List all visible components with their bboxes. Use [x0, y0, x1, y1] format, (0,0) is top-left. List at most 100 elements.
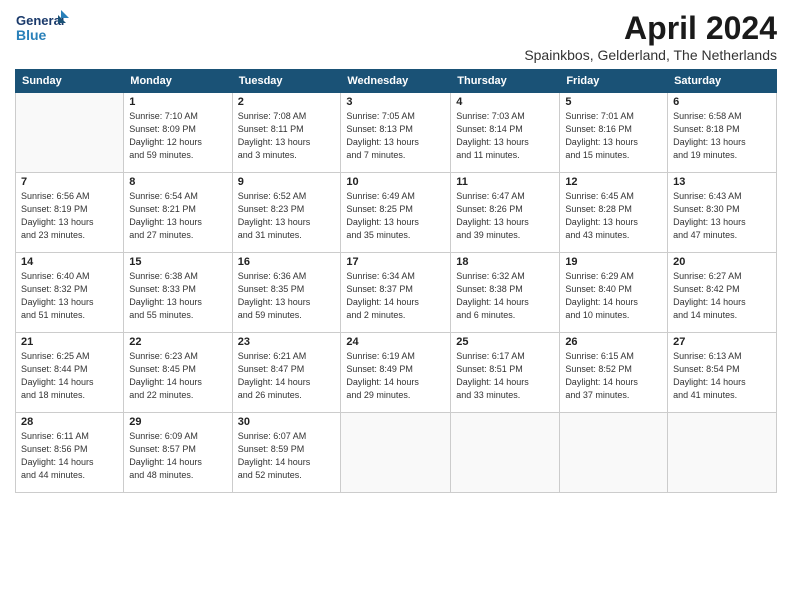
- calendar-cell: 21 Sunrise: 6:25 AMSunset: 8:44 PMDayligh…: [16, 333, 124, 413]
- calendar-cell: 5 Sunrise: 7:01 AMSunset: 8:16 PMDaylight…: [560, 93, 668, 173]
- calendar-cell: 22 Sunrise: 6:23 AMSunset: 8:45 PMDayligh…: [124, 333, 232, 413]
- calendar-cell: 24 Sunrise: 6:19 AMSunset: 8:49 PMDayligh…: [341, 333, 451, 413]
- calendar-week-1: 1Sunrise: 7:10 AMSunset: 8:09 PMDaylight…: [16, 93, 777, 173]
- day-number: 10: [346, 176, 445, 188]
- calendar-page: General Blue April 2024 Spainkbos, Gelde…: [0, 0, 792, 612]
- day-number: 7: [21, 176, 118, 188]
- day-info: Sunrise: 6:13 AMSunset: 8:54 PMDaylight:…: [673, 350, 771, 402]
- calendar-cell: 15 Sunrise: 6:38 AMSunset: 8:33 PMDayligh…: [124, 253, 232, 333]
- calendar-cell: [16, 93, 124, 173]
- calendar-cell: 29 Sunrise: 6:09 AMSunset: 8:57 PMDayligh…: [124, 413, 232, 493]
- day-number: 20: [673, 256, 771, 268]
- day-info: Sunrise: 6:43 AMSunset: 8:30 PMDaylight:…: [673, 190, 771, 242]
- day-number: 11: [456, 176, 554, 188]
- day-info: Sunrise: 6:19 AMSunset: 8:49 PMDaylight:…: [346, 350, 445, 402]
- day-number: 15: [129, 256, 226, 268]
- day-number: 26: [565, 336, 662, 348]
- day-info: Sunrise: 6:29 AMSunset: 8:40 PMDaylight:…: [565, 270, 662, 322]
- calendar-cell: 7 Sunrise: 6:56 AMSunset: 8:19 PMDaylight…: [16, 173, 124, 253]
- day-info: Sunrise: 6:09 AMSunset: 8:57 PMDaylight:…: [129, 430, 226, 482]
- day-number: 30: [238, 416, 336, 428]
- calendar-cell: 6 Sunrise: 6:58 AMSunset: 8:18 PMDaylight…: [668, 93, 777, 173]
- calendar-cell: 19 Sunrise: 6:29 AMSunset: 8:40 PMDayligh…: [560, 253, 668, 333]
- calendar-cell: 11 Sunrise: 6:47 AMSunset: 8:26 PMDayligh…: [451, 173, 560, 253]
- day-info: Sunrise: 6:25 AMSunset: 8:44 PMDaylight:…: [21, 350, 118, 402]
- col-sunday: Sunday: [16, 70, 124, 93]
- calendar-cell: 25 Sunrise: 6:17 AMSunset: 8:51 PMDayligh…: [451, 333, 560, 413]
- day-number: 3: [346, 96, 445, 108]
- day-info: Sunrise: 6:15 AMSunset: 8:52 PMDaylight:…: [565, 350, 662, 402]
- day-info: Sunrise: 6:54 AMSunset: 8:21 PMDaylight:…: [129, 190, 226, 242]
- day-info: Sunrise: 6:45 AMSunset: 8:28 PMDaylight:…: [565, 190, 662, 242]
- day-number: 1: [129, 96, 226, 108]
- day-info: Sunrise: 6:27 AMSunset: 8:42 PMDaylight:…: [673, 270, 771, 322]
- calendar-cell: 27Sunrise: 6:13 AMSunset: 8:54 PMDayligh…: [668, 333, 777, 413]
- col-saturday: Saturday: [668, 70, 777, 93]
- col-friday: Friday: [560, 70, 668, 93]
- calendar-cell: [560, 413, 668, 493]
- day-info: Sunrise: 6:40 AMSunset: 8:32 PMDaylight:…: [21, 270, 118, 322]
- day-number: 23: [238, 336, 336, 348]
- day-info: Sunrise: 6:38 AMSunset: 8:33 PMDaylight:…: [129, 270, 226, 322]
- calendar-cell: [668, 413, 777, 493]
- calendar-week-2: 7 Sunrise: 6:56 AMSunset: 8:19 PMDaylight…: [16, 173, 777, 253]
- day-number: 28: [21, 416, 118, 428]
- day-number: 16: [238, 256, 336, 268]
- day-number: 4: [456, 96, 554, 108]
- calendar-cell: 12 Sunrise: 6:45 AMSunset: 8:28 PMDayligh…: [560, 173, 668, 253]
- calendar-cell: 1Sunrise: 7:10 AMSunset: 8:09 PMDaylight…: [124, 93, 232, 173]
- calendar-cell: 2Sunrise: 7:08 AMSunset: 8:11 PMDaylight…: [232, 93, 341, 173]
- calendar-body: 1Sunrise: 7:10 AMSunset: 8:09 PMDaylight…: [16, 93, 777, 493]
- day-number: 24: [346, 336, 445, 348]
- day-info: Sunrise: 6:47 AMSunset: 8:26 PMDaylight:…: [456, 190, 554, 242]
- day-number: 8: [129, 176, 226, 188]
- day-info: Sunrise: 6:49 AMSunset: 8:25 PMDaylight:…: [346, 190, 445, 242]
- calendar-cell: 16 Sunrise: 6:36 AMSunset: 8:35 PMDayligh…: [232, 253, 341, 333]
- calendar-cell: 14 Sunrise: 6:40 AMSunset: 8:32 PMDayligh…: [16, 253, 124, 333]
- calendar-cell: 23 Sunrise: 6:21 AMSunset: 8:47 PMDayligh…: [232, 333, 341, 413]
- day-info: Sunrise: 6:36 AMSunset: 8:35 PMDaylight:…: [238, 270, 336, 322]
- day-number: 19: [565, 256, 662, 268]
- day-info: Sunrise: 6:34 AMSunset: 8:37 PMDaylight:…: [346, 270, 445, 322]
- day-number: 5: [565, 96, 662, 108]
- day-info: Sunrise: 7:01 AMSunset: 8:16 PMDaylight:…: [565, 110, 662, 162]
- day-info: Sunrise: 6:23 AMSunset: 8:45 PMDaylight:…: [129, 350, 226, 402]
- day-info: Sunrise: 6:21 AMSunset: 8:47 PMDaylight:…: [238, 350, 336, 402]
- logo: General Blue: [15, 10, 70, 48]
- calendar-cell: 26 Sunrise: 6:15 AMSunset: 8:52 PMDayligh…: [560, 333, 668, 413]
- calendar-cell: 20 Sunrise: 6:27 AMSunset: 8:42 PMDayligh…: [668, 253, 777, 333]
- col-wednesday: Wednesday: [341, 70, 451, 93]
- calendar-cell: 13 Sunrise: 6:43 AMSunset: 8:30 PMDayligh…: [668, 173, 777, 253]
- day-number: 6: [673, 96, 771, 108]
- calendar-cell: 10 Sunrise: 6:49 AMSunset: 8:25 PMDayligh…: [341, 173, 451, 253]
- day-number: 13: [673, 176, 771, 188]
- svg-text:General: General: [16, 13, 64, 28]
- day-info: Sunrise: 6:11 AMSunset: 8:56 PMDaylight:…: [21, 430, 118, 482]
- day-number: 22: [129, 336, 226, 348]
- day-number: 21: [21, 336, 118, 348]
- day-info: Sunrise: 6:58 AMSunset: 8:18 PMDaylight:…: [673, 110, 771, 162]
- day-number: 9: [238, 176, 336, 188]
- day-number: 2: [238, 96, 336, 108]
- day-number: 25: [456, 336, 554, 348]
- day-info: Sunrise: 6:07 AMSunset: 8:59 PMDaylight:…: [238, 430, 336, 482]
- header: General Blue April 2024 Spainkbos, Gelde…: [15, 10, 777, 63]
- calendar-week-5: 28 Sunrise: 6:11 AMSunset: 8:56 PMDayligh…: [16, 413, 777, 493]
- day-number: 18: [456, 256, 554, 268]
- location: Spainkbos, Gelderland, The Netherlands: [524, 47, 777, 63]
- col-monday: Monday: [124, 70, 232, 93]
- calendar-cell: [341, 413, 451, 493]
- svg-text:Blue: Blue: [16, 27, 47, 43]
- calendar-cell: 9Sunrise: 6:52 AMSunset: 8:23 PMDaylight…: [232, 173, 341, 253]
- calendar-table: Sunday Monday Tuesday Wednesday Thursday…: [15, 69, 777, 493]
- day-info: Sunrise: 6:56 AMSunset: 8:19 PMDaylight:…: [21, 190, 118, 242]
- day-info: Sunrise: 7:03 AMSunset: 8:14 PMDaylight:…: [456, 110, 554, 162]
- day-number: 12: [565, 176, 662, 188]
- calendar-cell: 3 Sunrise: 7:05 AMSunset: 8:13 PMDaylight…: [341, 93, 451, 173]
- day-info: Sunrise: 6:17 AMSunset: 8:51 PMDaylight:…: [456, 350, 554, 402]
- calendar-header-row: Sunday Monday Tuesday Wednesday Thursday…: [16, 70, 777, 93]
- day-info: Sunrise: 7:05 AMSunset: 8:13 PMDaylight:…: [346, 110, 445, 162]
- logo-svg: General Blue: [15, 10, 70, 48]
- day-number: 14: [21, 256, 118, 268]
- day-number: 29: [129, 416, 226, 428]
